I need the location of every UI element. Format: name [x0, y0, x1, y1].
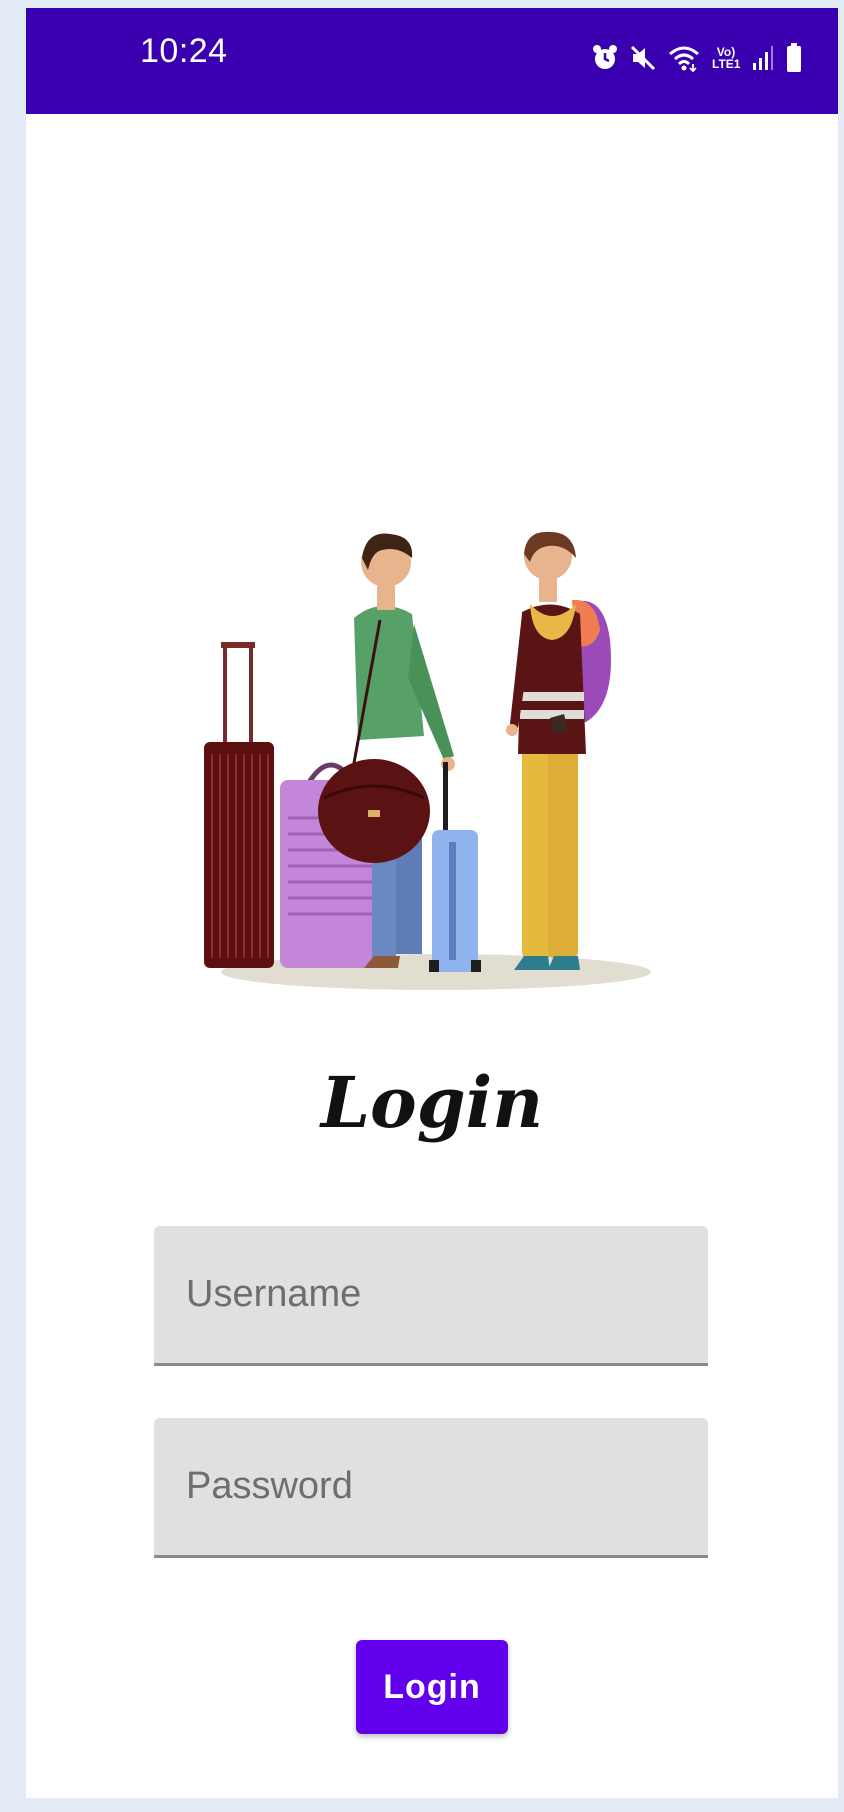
mute-icon: [630, 45, 656, 71]
password-field[interactable]: [154, 1418, 708, 1558]
volte-lte-icon: Vo) LTE1: [712, 45, 741, 71]
app-screen: 10:24 Vo) LTE1 Login Username Login: [26, 8, 838, 1798]
login-button[interactable]: Login: [356, 1640, 508, 1734]
status-time: 10:24: [140, 32, 228, 70]
signal-icon: [753, 46, 773, 70]
username-input[interactable]: [154, 1226, 708, 1363]
wifi-icon: [669, 46, 699, 72]
login-title: Login: [320, 1061, 544, 1144]
alarm-icon: [593, 45, 617, 69]
password-input[interactable]: [154, 1418, 708, 1555]
travelers-with-luggage-illustration: [204, 531, 651, 990]
battery-icon: [787, 43, 801, 72]
username-field[interactable]: [154, 1226, 708, 1366]
status-bar: 10:24 Vo) LTE1: [26, 8, 838, 114]
status-icons: Vo) LTE1: [592, 38, 802, 78]
